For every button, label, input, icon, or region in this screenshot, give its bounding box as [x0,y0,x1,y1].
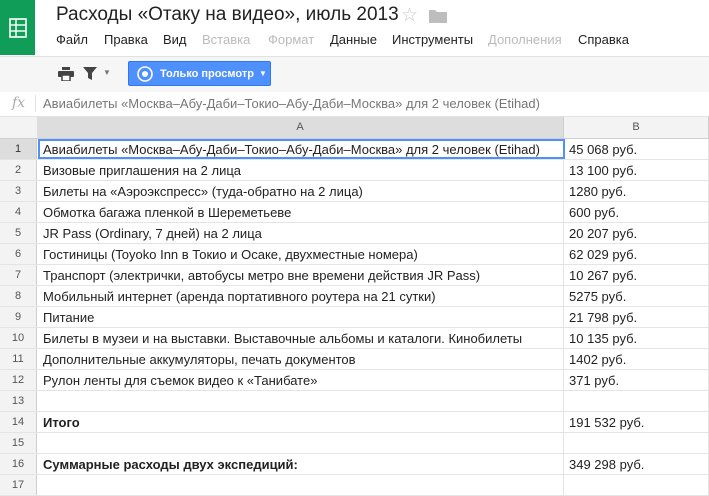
cell-description[interactable]: Дополнительные аккумуляторы, печать доку… [37,349,564,369]
cell-amount[interactable]: 45 068 руб. [564,139,709,159]
cell-amount[interactable] [564,475,709,495]
table-row: 17 [0,475,709,496]
row-number[interactable]: 7 [0,265,37,285]
cell-amount[interactable]: 371 руб. [564,370,709,390]
row-number[interactable]: 16 [0,454,37,474]
cell-amount[interactable]: 10 267 руб. [564,265,709,285]
cell-description[interactable]: Визовые приглашения на 2 лица [37,160,564,180]
table-row: 15 [0,433,709,454]
filter-icon[interactable] [83,67,97,86]
row-number[interactable]: 12 [0,370,37,390]
view-only-button[interactable]: Только просмотр ▼ [128,61,271,86]
cell-description[interactable]: Авиабилеты «Москва–Абу-Даби–Токио–Абу-Да… [37,139,564,159]
cell-amount[interactable] [564,391,709,411]
cell-description[interactable]: Суммарные расходы двух экспедиций: [37,454,564,474]
print-icon[interactable] [58,67,74,86]
eye-icon [137,65,153,82]
cell-description[interactable] [37,475,564,495]
cell-amount[interactable]: 20 207 руб. [564,223,709,243]
row-number[interactable]: 13 [0,391,37,411]
column-header-a[interactable]: A [37,117,564,138]
row-number[interactable]: 4 [0,202,37,222]
cell-amount[interactable]: 62 029 руб. [564,244,709,264]
menu-view[interactable]: Вид [163,32,187,47]
column-header-row: A B [0,117,709,139]
cell-amount[interactable] [564,433,709,453]
table-row: 3 Билеты на «Аэроэкспресс» (туда-обратно … [0,181,709,202]
column-header-b[interactable]: B [564,117,709,138]
fx-icon: fx [12,95,26,111]
cell-description[interactable] [37,391,564,411]
menu-edit[interactable]: Правка [104,32,148,47]
menu-data[interactable]: Данные [330,32,377,47]
formula-divider [35,95,36,112]
row-number[interactable]: 10 [0,328,37,348]
chevron-down-icon[interactable]: ▼ [103,68,111,77]
table-row: 13 [0,391,709,412]
cell-description[interactable]: Билеты в музеи и на выставки. Выставочны… [37,328,564,348]
formula-input[interactable]: Авиабилеты «Москва–Абу-Даби–Токио–Абу-Да… [43,96,540,111]
cell-description[interactable]: JR Pass (Ordinary, 7 дней) на 2 лица [37,223,564,243]
row-number[interactable]: 3 [0,181,37,201]
table-row: 8 Мобильный интернет (аренда портативного… [0,286,709,307]
table-row: 14 Итого 191 532 руб. [0,412,709,433]
cell-amount[interactable]: 13 100 руб. [564,160,709,180]
cell-amount[interactable]: 5275 руб. [564,286,709,306]
table-row: 12 Рулон ленты для съемок видео к «Таниба… [0,370,709,391]
cell-description[interactable]: Итого [37,412,564,432]
cell-amount[interactable]: 1280 руб. [564,181,709,201]
row-number[interactable]: 11 [0,349,37,369]
cell-description[interactable] [37,433,564,453]
table-row: 1 Авиабилеты «Москва–Абу-Даби–Токио–Абу-Д… [0,139,709,160]
table-row: 2 Визовые приглашения на 2 лица 13 100 руб… [0,160,709,181]
row-number[interactable]: 1 [0,139,37,159]
cell-description[interactable]: Транспорт (электрички, автобусы метро вн… [37,265,564,285]
menu-addons[interactable]: Дополнения [488,32,562,47]
menu-format[interactable]: Формат [268,32,314,47]
row-number[interactable]: 6 [0,244,37,264]
toolbar: ▼ Только просмотр ▼ [0,56,709,93]
cell-description[interactable]: Питание [37,307,564,327]
menu-tools[interactable]: Инструменты [392,32,473,47]
cell-description[interactable]: Билеты на «Аэроэкспресс» (туда-обратно н… [37,181,564,201]
folder-icon[interactable] [429,9,447,28]
row-number[interactable]: 5 [0,223,37,243]
cell-description[interactable]: Рулон ленты для съемок видео к «Танибате… [37,370,564,390]
view-only-label: Только просмотр [160,67,254,80]
row-number[interactable]: 9 [0,307,37,327]
cell-amount[interactable]: 1402 руб. [564,349,709,369]
cell-amount[interactable]: 349 298 руб. [564,454,709,474]
table-row: 11 Дополнительные аккумуляторы, печать до… [0,349,709,370]
menu-insert[interactable]: Вставка [202,32,250,47]
document-title[interactable]: Расходы «Отаку на видео», июль 2013 [56,4,399,26]
cell-amount[interactable]: 191 532 руб. [564,412,709,432]
formula-bar: fx Авиабилеты «Москва–Абу-Даби–Токио–Абу… [0,92,709,117]
cell-amount[interactable]: 21 798 руб. [564,307,709,327]
sheets-grid-icon [8,17,27,38]
table-row: 6 Гостиницы (Toyoko Inn в Токио и Осаке, … [0,244,709,265]
sheets-app-icon[interactable] [0,0,35,55]
star-icon[interactable]: ☆ [401,4,418,27]
table-row: 16 Суммарные расходы двух экспедиций: 349 … [0,454,709,475]
cell-amount[interactable]: 600 руб. [564,202,709,222]
menu-help[interactable]: Справка [578,32,629,47]
row-number[interactable]: 17 [0,475,37,495]
cell-description[interactable]: Мобильный интернет (аренда портативного … [37,286,564,306]
row-number[interactable]: 2 [0,160,37,180]
table-row: 4 Обмотка багажа пленкой в Шереметьеве 600… [0,202,709,223]
cell-description[interactable]: Обмотка багажа пленкой в Шереметьеве [37,202,564,222]
table-row: 9 Питание 21 798 руб. [0,307,709,328]
row-number[interactable]: 15 [0,433,37,453]
row-number[interactable]: 8 [0,286,37,306]
row-number[interactable]: 14 [0,412,37,432]
chevron-down-icon: ▼ [258,69,267,78]
table-row: 10 Билеты в музеи и на выставки. Выставоч… [0,328,709,349]
cell-amount[interactable]: 10 135 руб. [564,328,709,348]
menu-file[interactable]: Файл [56,32,88,47]
cell-description[interactable]: Гостиницы (Toyoko Inn в Токио и Осаке, д… [37,244,564,264]
select-all-corner[interactable] [0,117,38,138]
table-row: 5 JR Pass (Ordinary, 7 дней) на 2 лица 20 … [0,223,709,244]
table-row: 7 Транспорт (электрички, автобусы метро в… [0,265,709,286]
